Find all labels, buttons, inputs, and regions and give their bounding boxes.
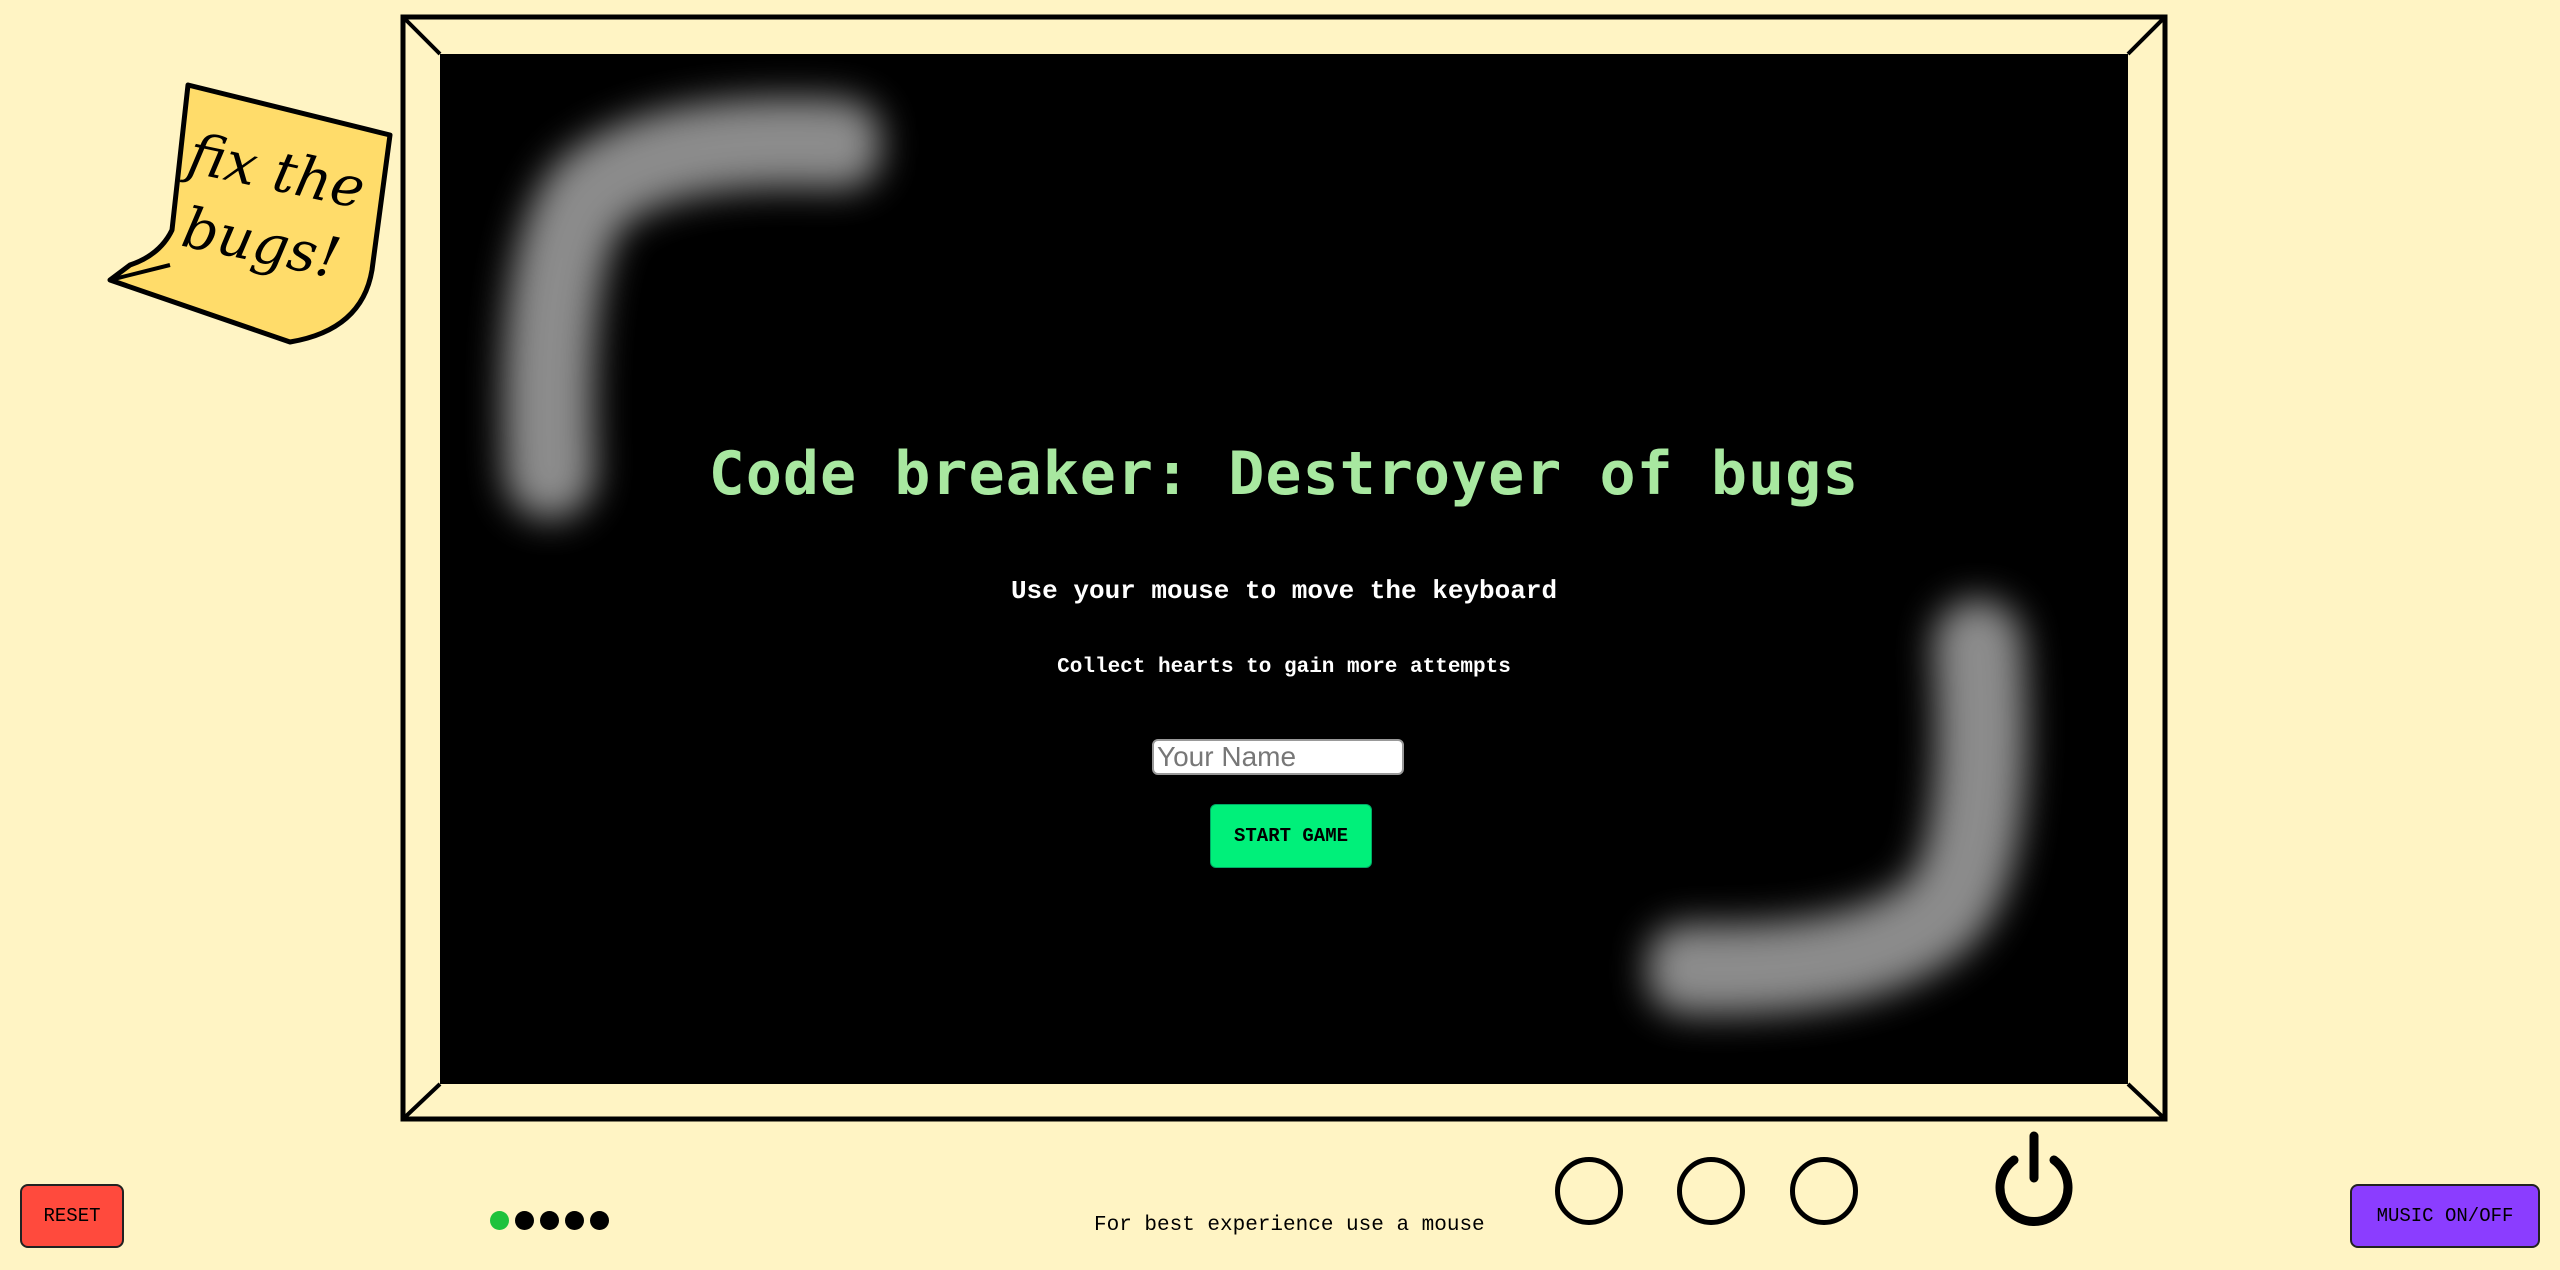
level-dot (590, 1211, 609, 1230)
sticky-note: fix the bugs! (100, 80, 400, 350)
instruction-move: Use your mouse to move the keyboard (1010, 576, 1558, 606)
glow-bracket-bottom-right (1648, 599, 2027, 1015)
mouse-hint: For best experience use a mouse (1094, 1214, 1485, 1237)
level-dot (490, 1211, 509, 1230)
music-toggle-button[interactable]: MUSIC ON/OFF (2350, 1184, 2540, 1248)
game-screen: Code breaker: Destroyer of bugs Use your… (440, 54, 2128, 1084)
knob-icon[interactable] (1790, 1157, 1858, 1225)
game-title: Code breaker: Destroyer of bugs (708, 439, 1860, 509)
level-dot (540, 1211, 559, 1230)
sticky-note-graphic: fix the bugs! (107, 82, 393, 345)
reset-button[interactable]: RESET (20, 1184, 124, 1248)
level-dot (565, 1211, 584, 1230)
monitor: Code breaker: Destroyer of bugs Use your… (400, 14, 2168, 1122)
power-icon[interactable] (1988, 1130, 2080, 1230)
level-dot (515, 1211, 534, 1230)
instruction-hearts: Collect hearts to gain more attempts (1057, 656, 1511, 679)
level-indicator (490, 1211, 609, 1230)
knob-icon[interactable] (1677, 1157, 1745, 1225)
knob-icon[interactable] (1555, 1157, 1623, 1225)
game-page: fix the bugs! Code breaker: Destroyer of… (0, 0, 2560, 1270)
name-input[interactable] (1152, 739, 1404, 775)
start-game-button[interactable]: START GAME (1210, 804, 1372, 868)
